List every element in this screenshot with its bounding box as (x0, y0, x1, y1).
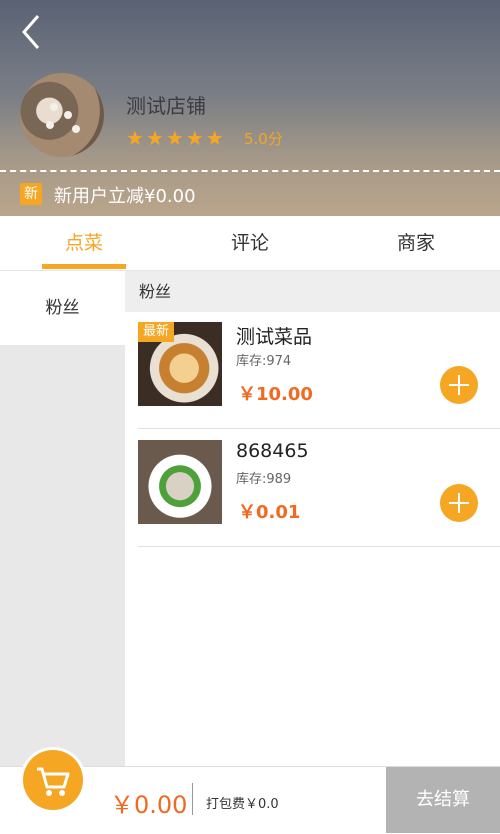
dish-name: 868465 (236, 440, 309, 462)
dish-image (138, 440, 222, 524)
category-header: 粉丝 (125, 271, 500, 312)
packing-fee: 打包费￥0.0 (206, 797, 279, 812)
rating-stars: ★ ★ ★ ★ ★ (126, 126, 224, 150)
category-sidebar: 粉丝 (0, 271, 125, 766)
tab-merchant[interactable]: 商家 (374, 216, 458, 270)
add-icon[interactable] (440, 366, 478, 404)
dish-name: 测试菜品 (236, 326, 313, 348)
divider (192, 783, 193, 815)
dish-price: ￥0.01 (238, 502, 301, 523)
add-icon[interactable] (440, 484, 478, 522)
star-icon: ★ (165, 126, 184, 150)
checkout-button[interactable]: 去结算 (386, 767, 500, 833)
cart-icon (37, 767, 70, 796)
tab-bar: 点菜 评论 商家 (0, 216, 500, 271)
cart-total: ￥0.00 (110, 791, 188, 819)
sidebar-item-fensi[interactable]: 粉丝 (0, 271, 125, 345)
tab-order[interactable]: 点菜 (42, 216, 126, 270)
category-title: 粉丝 (139, 282, 172, 301)
promo-badge: 新 (20, 183, 42, 205)
list-item[interactable]: 最新 测试菜品 库存:974 ￥10.00 (138, 312, 500, 429)
star-icon: ★ (126, 126, 144, 150)
star-icon: ★ (145, 126, 164, 150)
tab-reviews[interactable]: 评论 (208, 216, 292, 270)
promo-text: 新用户立减¥0.00 (54, 186, 196, 207)
star-icon: ★ (185, 126, 204, 150)
back-icon[interactable] (18, 12, 48, 52)
shop-name: 测试店铺 (126, 94, 206, 118)
dish-stock: 库存:974 (236, 354, 292, 369)
shop-header: 测试店铺 ★ ★ ★ ★ ★ 5.0分 新 新用户立减¥0.00 (0, 0, 500, 216)
divider (0, 170, 500, 172)
dish-price: ￥10.00 (238, 384, 313, 405)
tab-indicator (42, 264, 126, 269)
rating-score: 5.0分 (244, 130, 283, 148)
list-item[interactable]: 868465 库存:989 ￥0.01 (138, 430, 500, 547)
star-icon: ★ (205, 126, 224, 150)
new-badge: 最新 (138, 322, 174, 342)
shop-avatar (20, 73, 104, 157)
dish-stock: 库存:989 (236, 472, 292, 487)
cart-button[interactable] (23, 750, 83, 810)
